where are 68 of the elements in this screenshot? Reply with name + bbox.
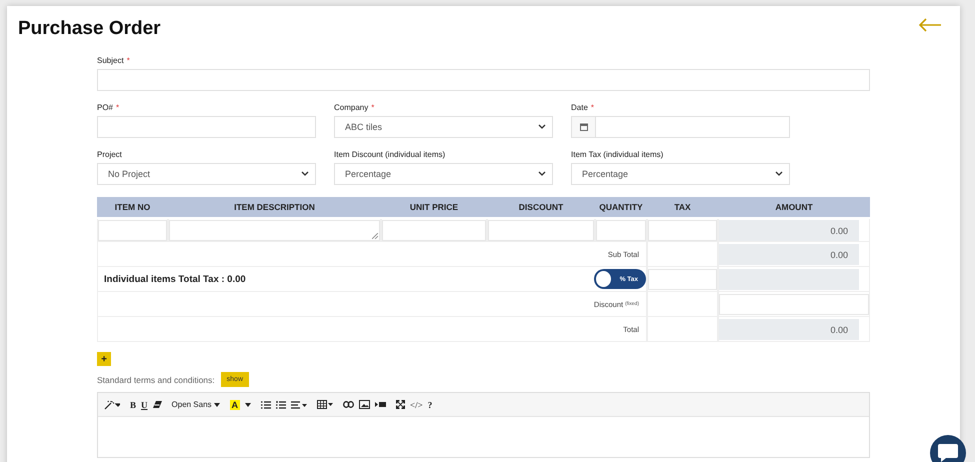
chat-button[interactable] [930, 435, 966, 462]
font-dropdown[interactable]: Open Sans [172, 400, 220, 409]
field-label: Company [334, 103, 368, 112]
required-mark: * [126, 56, 130, 65]
chevron-icon [538, 124, 546, 130]
total-field: 0.00 [719, 318, 859, 340]
resize-grip-icon [372, 232, 378, 238]
column-header: TAX [647, 197, 718, 217]
select-field[interactable]: ABC tiles [334, 116, 553, 138]
description-field[interactable] [169, 220, 380, 240]
required-mark: * [116, 103, 120, 112]
quantity-field[interactable] [596, 220, 646, 240]
terms-label: Standard terms and conditions: [97, 374, 215, 384]
calendar-button[interactable] [571, 116, 595, 138]
field-label: Subject [97, 56, 124, 65]
sub-total-field: 0.00 [719, 244, 859, 264]
required-mark: * [590, 103, 594, 112]
field-label: Date [571, 103, 588, 112]
eraser-icon[interactable] [152, 400, 162, 409]
column-header: AMOUNT [718, 197, 870, 217]
table-icon[interactable] [317, 400, 334, 409]
image-icon[interactable] [359, 400, 370, 409]
column-header: ITEM NO [97, 197, 168, 217]
discount-amount-field[interactable] [719, 294, 869, 314]
field-label: Project [97, 150, 122, 159]
bold-button[interactable]: B [130, 400, 136, 410]
magic-wand-icon[interactable] [104, 400, 120, 410]
select-field[interactable]: Percentage [334, 163, 553, 185]
help-button[interactable]: ? [428, 400, 432, 410]
text-color-button[interactable]: A [230, 400, 240, 410]
numbered-list-icon[interactable] [276, 400, 286, 408]
underline-button[interactable]: U [141, 400, 148, 410]
column-header: ITEM DESCRIPTION [168, 197, 381, 217]
item-no-field[interactable] [98, 220, 167, 240]
text-field[interactable] [97, 116, 316, 138]
video-icon[interactable] [375, 401, 386, 408]
field-label: PO# [97, 103, 114, 112]
align-icon[interactable] [291, 400, 308, 408]
column-header: UNIT PRICE [381, 197, 487, 217]
caret-icon[interactable] [245, 402, 252, 406]
text-editor[interactable]: B U Open Sans A </> ? [97, 392, 870, 458]
add-row-button[interactable]: + [97, 352, 111, 366]
calendar-icon [580, 123, 588, 131]
tax-field[interactable] [648, 220, 717, 240]
select-field[interactable]: Percentage [571, 163, 790, 185]
code-view-button[interactable]: </> [410, 400, 423, 410]
tax-field[interactable] [648, 268, 717, 290]
required-mark: * [371, 103, 374, 112]
column-header: QUANTITY [595, 197, 647, 217]
chevron-icon [538, 171, 546, 177]
amount-field: 0.00 [719, 220, 859, 240]
field-label: Item Discount (individual items) [334, 150, 446, 159]
text-field[interactable] [97, 69, 870, 91]
field-label: Item Tax (individual items) [571, 150, 664, 159]
column-header: DISCOUNT [487, 197, 595, 217]
page-title: Purchase Order [18, 18, 161, 40]
bullet-list-icon[interactable] [261, 400, 272, 408]
select-field[interactable]: No Project [97, 163, 316, 185]
fullscreen-icon[interactable] [396, 400, 406, 409]
chat-icon [938, 444, 958, 462]
discount-field[interactable] [488, 220, 594, 240]
chevron-icon [301, 171, 309, 177]
chevron-icon [775, 171, 783, 177]
link-icon[interactable] [343, 401, 354, 408]
total-tax-label: Individual items Total Tax : 0.00 [104, 274, 246, 284]
caret-icon [214, 402, 220, 406]
date-field[interactable] [595, 116, 790, 138]
unit-price-field[interactable] [382, 220, 486, 240]
